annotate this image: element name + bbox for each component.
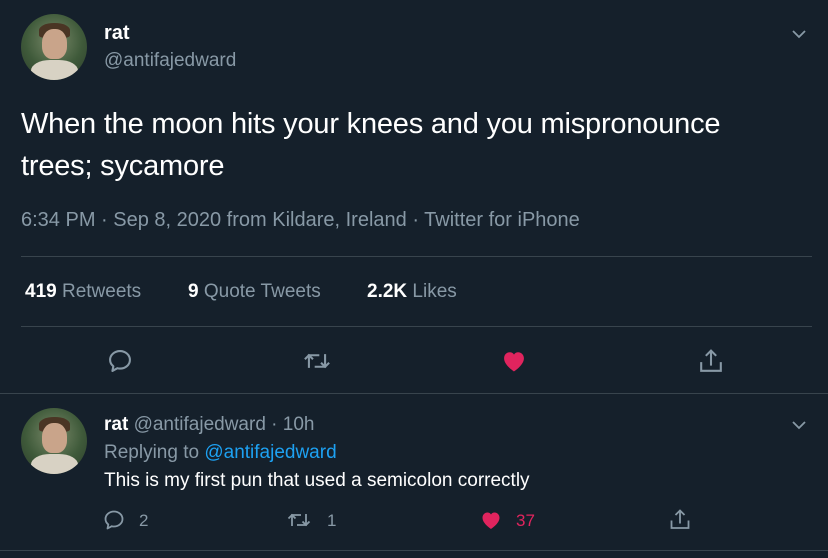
reply-icon[interactable] [106, 347, 134, 375]
likes-count: 2.2K [367, 281, 408, 302]
reply-count: 2 [139, 511, 149, 530]
reply-text: This is my first pun that used a semicol… [104, 470, 530, 491]
like-icon[interactable] [500, 347, 528, 375]
likes-stat[interactable]: 2.2K Likes [367, 281, 457, 303]
chevron-down-icon[interactable] [790, 418, 808, 432]
avatar[interactable] [21, 14, 87, 80]
reply-avatar[interactable] [21, 408, 87, 474]
replying-to: Replying to @antifajedward [104, 442, 337, 464]
divider [21, 326, 812, 327]
divider [0, 393, 828, 394]
reply-icon[interactable] [102, 508, 126, 532]
quotes-label: Quote Tweets [203, 281, 321, 302]
retweets-count: 419 [25, 281, 57, 302]
chevron-down-icon[interactable] [790, 27, 808, 41]
likes-label: Likes [412, 281, 457, 302]
reply-display-name[interactable]: rat [104, 414, 128, 435]
replying-prefix: Replying to [104, 442, 200, 463]
divider [0, 550, 828, 551]
retweet-icon[interactable] [302, 347, 332, 375]
user-handle[interactable]: @antifajedward [104, 50, 236, 72]
retweets-label: Retweets [61, 281, 142, 302]
like-icon[interactable] [478, 508, 504, 532]
retweets-stat[interactable]: 419 Retweets [25, 281, 141, 303]
tweet-text-line-2: trees; sycamore [21, 150, 225, 182]
like-count: 37 [516, 511, 535, 530]
divider [21, 256, 812, 257]
display-name[interactable]: rat [104, 22, 130, 45]
share-icon[interactable] [668, 506, 692, 533]
replying-to-link[interactable]: @antifajedward [204, 442, 336, 463]
quote-tweets-stat[interactable]: 9 Quote Tweets [188, 281, 321, 303]
reply-handle-time[interactable]: @antifajedward · 10h [134, 414, 315, 435]
reply-header[interactable]: rat @antifajedward · 10h [104, 414, 314, 436]
tweet-meta[interactable]: 6:34 PM · Sep 8, 2020 from Kildare, Irel… [21, 209, 580, 232]
retweet-count: 1 [327, 511, 337, 530]
tweet-text-line-1: When the moon hits your knees and you mi… [21, 108, 721, 140]
share-icon[interactable] [697, 346, 725, 376]
retweet-icon[interactable] [286, 508, 312, 532]
quotes-count: 9 [188, 281, 199, 302]
